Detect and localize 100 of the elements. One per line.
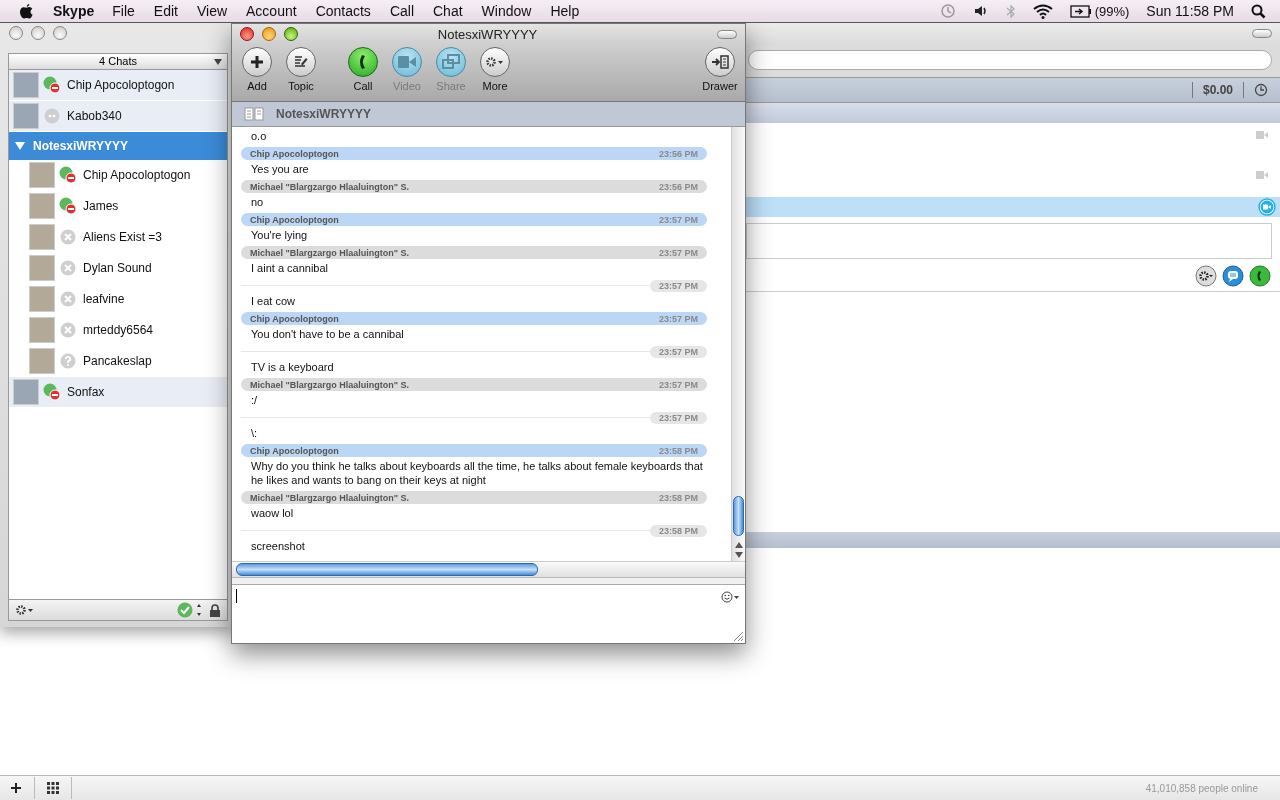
call-button[interactable]: Call (342, 47, 384, 92)
chat-topic: NotesxiWRYYYY (276, 107, 371, 121)
toolbar-toggle-button[interactable] (1252, 28, 1272, 38)
scroll-up-icon[interactable] (734, 542, 743, 548)
message-time: 23:57 PM (649, 411, 707, 424)
minimize-button[interactable] (31, 26, 45, 40)
message-text: Yes you are (250, 162, 310, 177)
windows-icon (442, 54, 460, 70)
menu-item[interactable]: Account (246, 3, 297, 19)
video-camera-icon (398, 56, 416, 68)
splitter-handle[interactable] (232, 577, 745, 585)
conversation-item[interactable]: Chip Apocoloptogon (9, 70, 227, 101)
minimize-button[interactable] (262, 27, 276, 41)
disclosure-triangle-icon[interactable] (15, 141, 25, 151)
avatar-image (13, 103, 39, 129)
message-time: 23:58 PM (649, 524, 707, 537)
status-icon (59, 197, 77, 215)
battery-icon[interactable] (1069, 4, 1092, 18)
note-pencil-icon (294, 55, 308, 69)
menu-item[interactable]: Edit (153, 3, 178, 19)
window-title: NotesxiWRYYYY (436, 26, 539, 42)
menu-item[interactable]: View (196, 3, 228, 19)
horizontal-scrollbar[interactable] (232, 561, 745, 577)
status-icon (59, 352, 77, 370)
message-text: waow lol (250, 506, 295, 521)
gear-icon (485, 56, 505, 68)
avatar-image (29, 224, 55, 250)
dialpad-icon[interactable] (47, 782, 59, 794)
contact-name: Pancakeslap (83, 354, 152, 368)
conversation-item[interactable]: Kabob340 (9, 101, 227, 132)
gear-icon[interactable] (15, 604, 35, 616)
avatar-image (13, 379, 39, 405)
online-status-icon[interactable] (177, 602, 203, 618)
avatar-image (29, 255, 55, 281)
apple-logo-icon[interactable] (19, 2, 34, 20)
clock-icon[interactable] (1254, 83, 1268, 97)
group-conversation-item[interactable]: NotesxiWRYYYY (9, 132, 227, 160)
scroll-thumb[interactable] (236, 563, 538, 576)
vertical-scrollbar[interactable] (731, 127, 745, 561)
message-time: 23:58 PM (658, 445, 698, 456)
topic-button[interactable]: Topic (280, 47, 322, 92)
message-input-field[interactable] (232, 585, 745, 643)
message-time: 23:57 PM (658, 313, 698, 324)
plus-icon (250, 55, 264, 69)
wifi-icon[interactable] (1032, 3, 1053, 19)
contact-name: leafvine (83, 292, 125, 306)
menu-item[interactable]: Window (481, 3, 532, 19)
lock-icon[interactable] (209, 603, 221, 617)
scroll-thumb[interactable] (733, 496, 744, 536)
close-button[interactable] (9, 26, 23, 40)
video-call-icon[interactable] (1258, 198, 1276, 216)
scroll-down-icon[interactable] (734, 552, 743, 558)
zoom-button[interactable] (284, 27, 298, 41)
sender-name: Chip Apocoloptogon (250, 313, 339, 324)
app-menu[interactable]: Skype (53, 3, 95, 19)
conversation-item[interactable]: Sonfax (9, 377, 227, 408)
time-machine-icon[interactable] (939, 3, 956, 19)
status-icon (59, 259, 77, 277)
menu-item[interactable]: Call (389, 3, 414, 19)
message-time: 23:57 PM (658, 379, 698, 390)
search-field[interactable] (748, 50, 1272, 70)
toolbar-toggle-button[interactable] (717, 29, 737, 39)
sender-name: Michael "Blargzargo Hlaaluington" S. (250, 492, 410, 503)
sender-name: Michael "Blargzargo Hlaaluington" S. (250, 181, 410, 192)
search-icon[interactable] (1251, 3, 1266, 19)
message-time: 23:57 PM (658, 247, 698, 258)
avatar-image (29, 317, 55, 343)
phone-icon[interactable] (1249, 265, 1271, 287)
message-input-field[interactable] (746, 223, 1272, 259)
conversations-dropdown[interactable]: 4 Chats (9, 54, 227, 70)
chat-bubble-icon[interactable] (1222, 265, 1244, 287)
status-icon (43, 383, 61, 401)
add-icon[interactable] (10, 782, 22, 794)
credit-balance[interactable]: $0.00 (1202, 83, 1233, 97)
message-time: 23:58 PM (658, 492, 698, 503)
message-text: I eat cow (250, 294, 297, 309)
close-button[interactable] (240, 27, 254, 41)
add-button[interactable]: Add (236, 47, 278, 92)
message-text: You don't have to be a cannibal (250, 327, 405, 342)
gear-icon[interactable] (1195, 265, 1217, 287)
avatar-image (29, 348, 55, 374)
zoom-button[interactable] (53, 26, 67, 40)
message-text: no (250, 195, 265, 210)
smiley-icon[interactable] (721, 591, 741, 603)
menu-item[interactable]: Contacts (315, 3, 371, 19)
message-text: o.o (250, 129, 268, 144)
resize-grip-icon[interactable] (733, 631, 743, 641)
online-count: 41,010,858 people online (1145, 782, 1258, 794)
menu-item[interactable]: Chat (433, 3, 463, 19)
message-text: TV is a keyboard (250, 360, 335, 375)
more-button[interactable]: More (474, 47, 516, 92)
avatar-image (29, 162, 55, 188)
menu-item[interactable]: File (112, 3, 135, 19)
drawer-button[interactable]: Drawer (699, 47, 741, 92)
caret-icon (214, 59, 222, 65)
contact-name: Chip Apocoloptogon (83, 168, 191, 182)
volume-icon[interactable] (972, 4, 989, 18)
sender-name: Michael "Blargzargo Hlaaluington" S. (250, 379, 410, 390)
clock[interactable]: Sun 11:58 PM (1146, 3, 1234, 19)
menu-item[interactable]: Help (550, 3, 580, 19)
